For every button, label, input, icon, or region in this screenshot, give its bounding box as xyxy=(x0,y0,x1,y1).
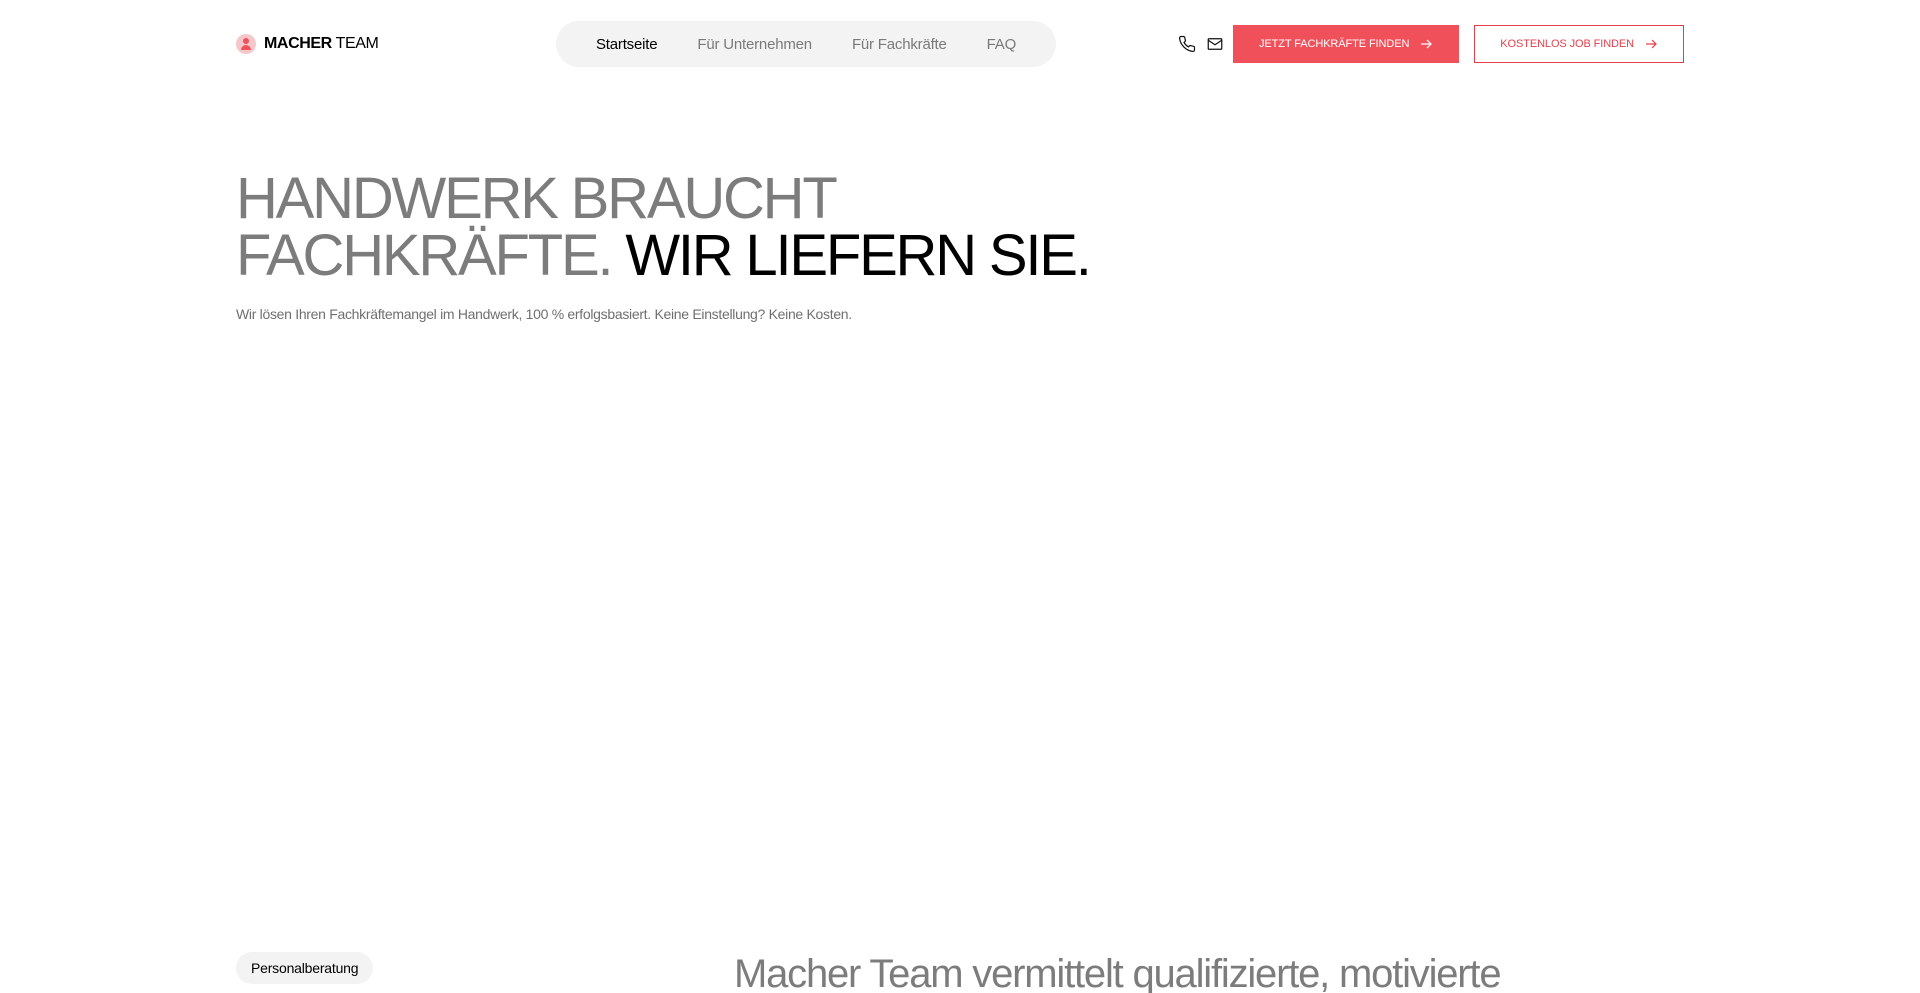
hero: HANDWERK BRAUCHT FACHKRÄFTE. WIR LIEFERN… xyxy=(236,170,1136,323)
site-header: MACHER TEAM Startseite Für Unternehmen F… xyxy=(236,20,1684,68)
find-job-label: KOSTENLOS JOB FINDEN xyxy=(1500,38,1634,50)
hero-title: HANDWERK BRAUCHT FACHKRÄFTE. WIR LIEFERN… xyxy=(236,170,1136,285)
header-actions: JETZT FACHKRÄFTE FINDEN KOSTENLOS JOB FI… xyxy=(1177,20,1684,68)
arrow-right-icon xyxy=(1646,39,1658,49)
nav-item-fuer-unternehmen[interactable]: Für Unternehmen xyxy=(677,36,832,53)
hero-subtitle: Wir lösen Ihren Fachkräftemangel im Hand… xyxy=(236,306,852,322)
page: MACHER TEAM Startseite Für Unternehmen F… xyxy=(0,0,1920,993)
logo[interactable]: MACHER TEAM xyxy=(236,34,556,54)
hero-title-line2-dark: WIR LIEFERN SIE. xyxy=(625,223,1092,288)
nav-item-faq[interactable]: FAQ xyxy=(967,36,1036,53)
hero-title-line2-light: FACHKRÄFTE. xyxy=(236,223,614,288)
logo-text-light: TEAM xyxy=(331,35,379,52)
hero-title-line1: HANDWERK BRAUCHT xyxy=(236,166,838,231)
nav-item-startseite[interactable]: Startseite xyxy=(576,36,677,53)
main-nav: Startseite Für Unternehmen Für Fachkräft… xyxy=(556,21,1057,67)
phone-icon[interactable] xyxy=(1177,34,1197,54)
mail-icon[interactable] xyxy=(1205,34,1225,54)
logo-text-bold: MACHER xyxy=(264,35,332,52)
nav-item-fuer-fachkraefte[interactable]: Für Fachkräfte xyxy=(832,36,967,53)
section-intro: Macher Team vermittelt qualifizierte, mo… xyxy=(734,952,1502,993)
section-tag: Personalberatung xyxy=(236,952,374,984)
logo-text: MACHER TEAM xyxy=(264,35,379,53)
logo-person-icon xyxy=(236,34,256,54)
find-job-button[interactable]: KOSTENLOS JOB FINDEN xyxy=(1474,25,1684,63)
find-skilled-workers-label: JETZT FACHKRÄFTE FINDEN xyxy=(1259,38,1410,50)
find-skilled-workers-button[interactable]: JETZT FACHKRÄFTE FINDEN xyxy=(1233,25,1460,63)
arrow-right-icon xyxy=(1421,39,1433,49)
